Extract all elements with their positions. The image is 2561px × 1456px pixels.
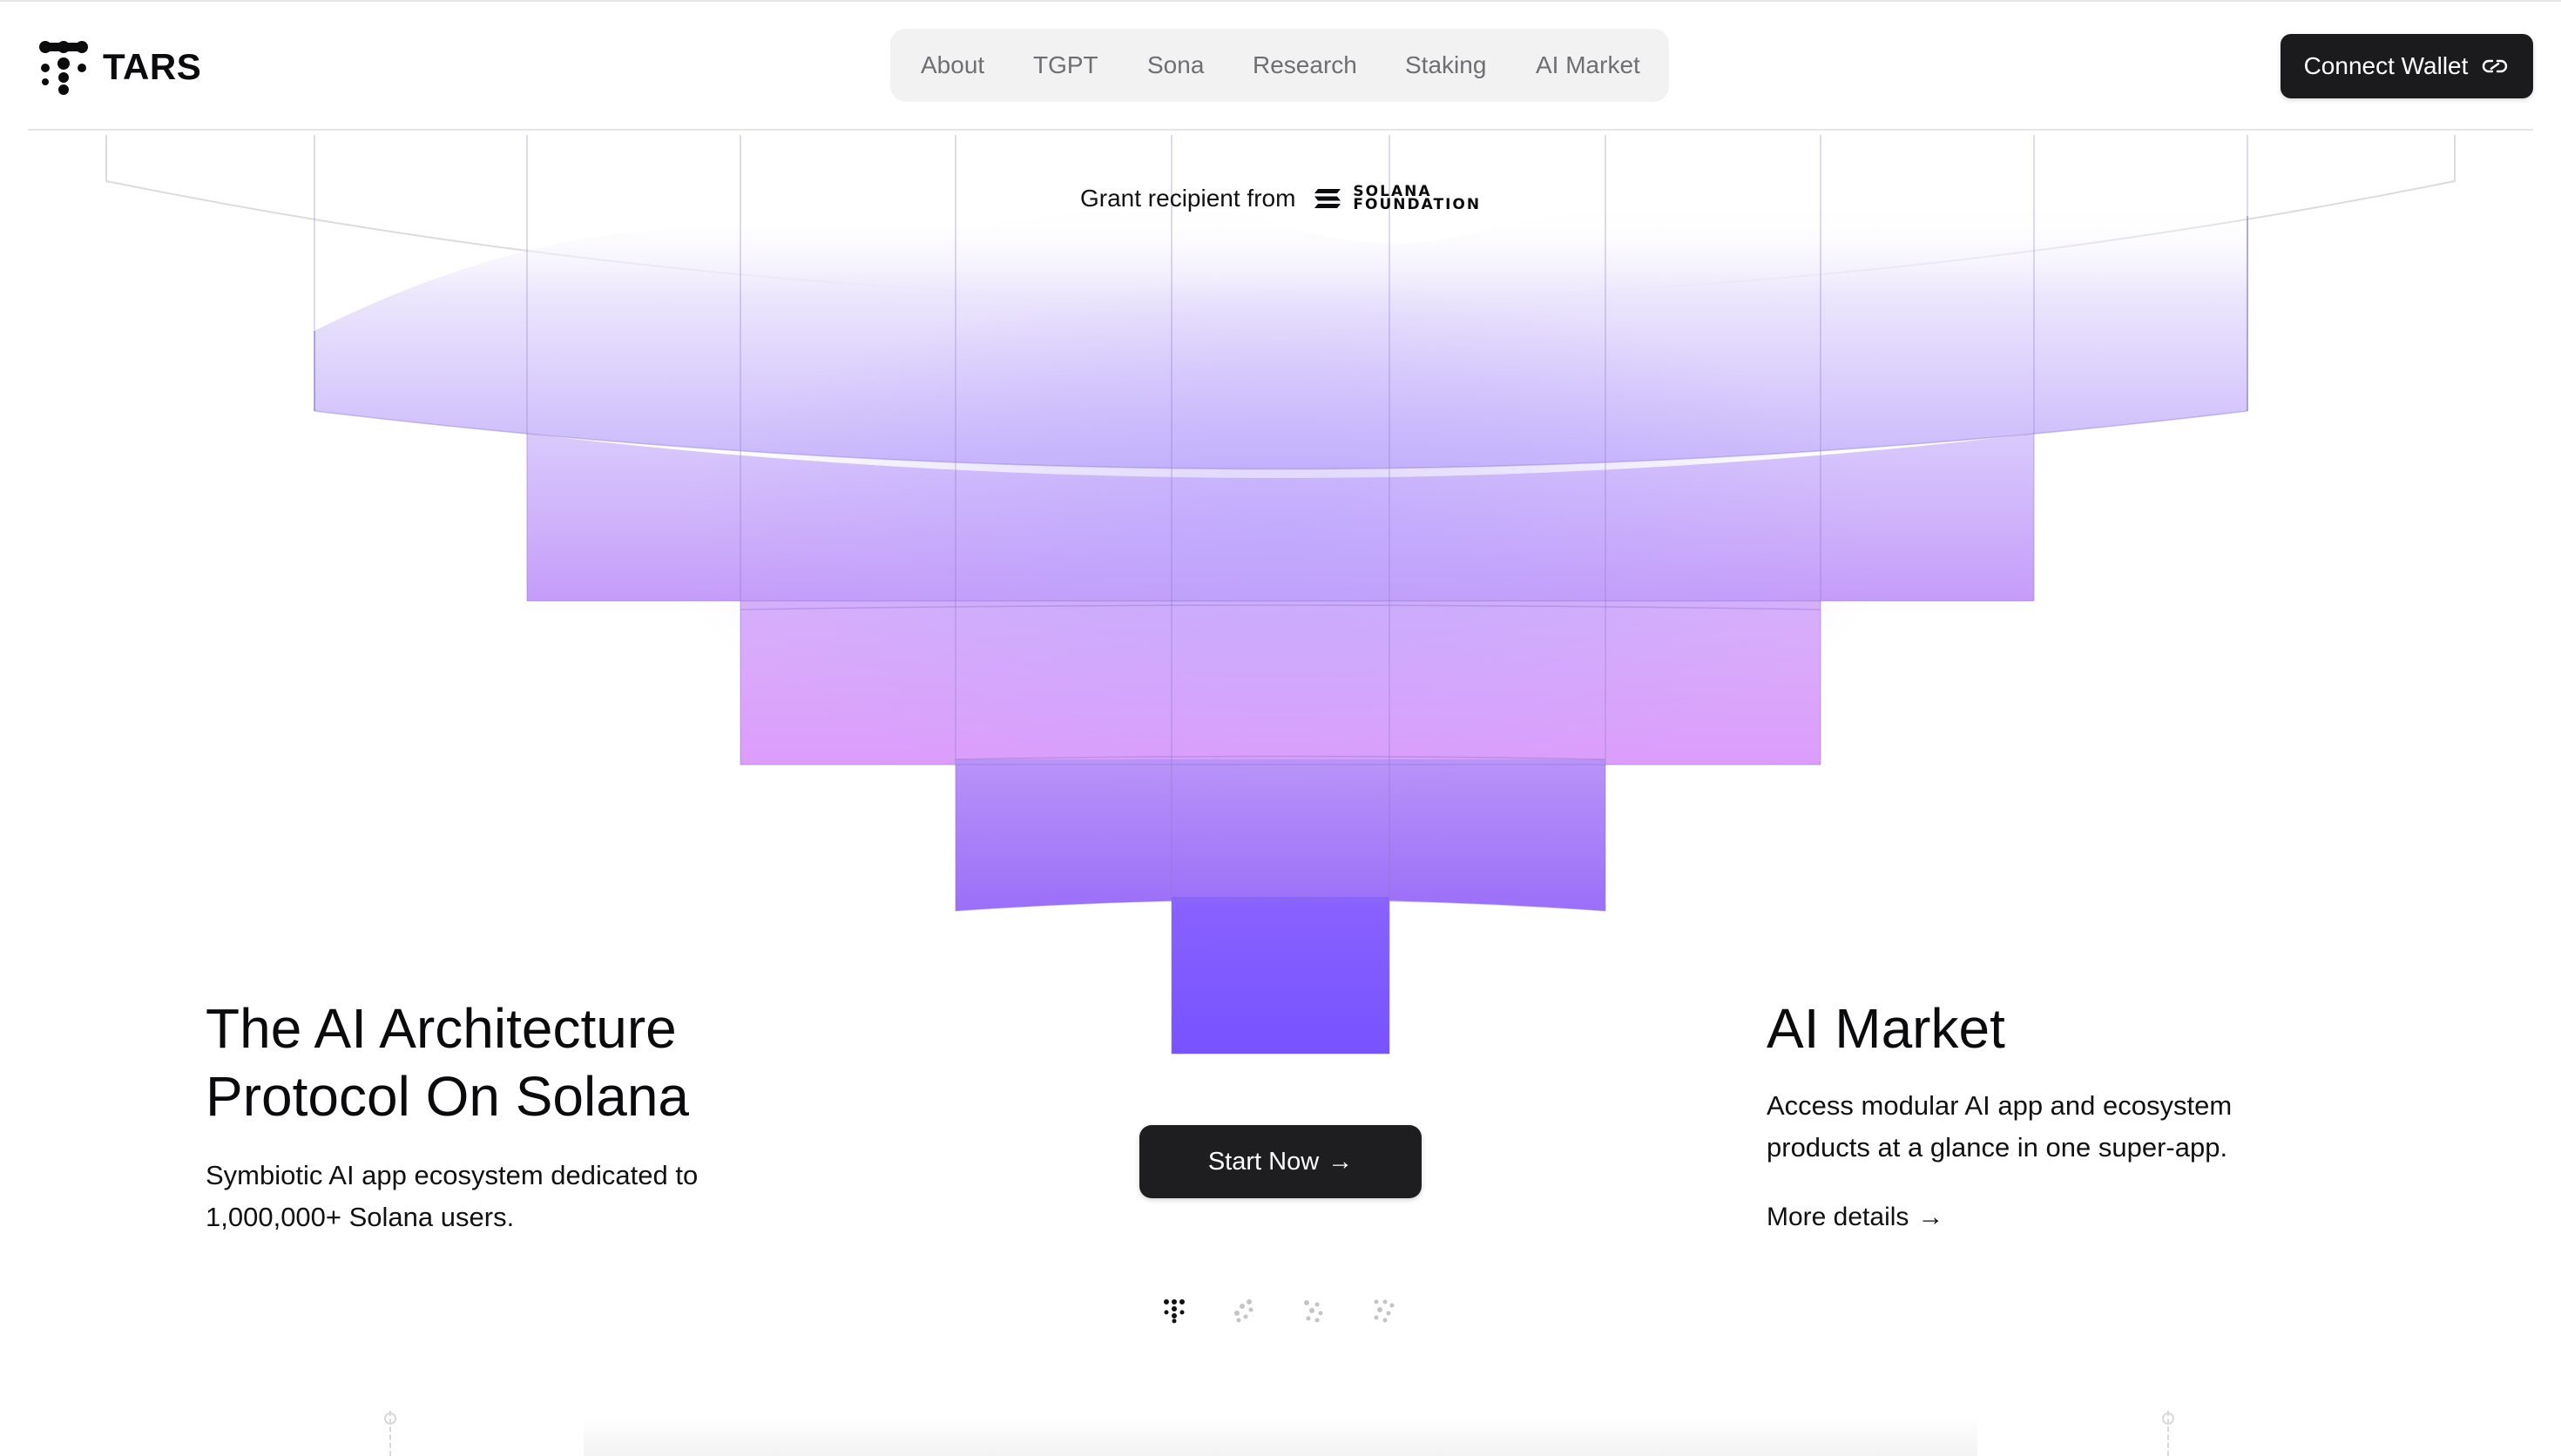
nav-item-sona[interactable]: Sona <box>1147 29 1204 102</box>
more-details-label: More details <box>1767 1203 1909 1231</box>
carousel-dot-2-icon[interactable] <box>1232 1298 1256 1324</box>
carousel-dot-4-icon[interactable] <box>1371 1298 1395 1324</box>
nav-item-ai-market[interactable]: AI Market <box>1536 29 1640 102</box>
nav-item-about[interactable]: About <box>921 29 984 102</box>
brand-logo[interactable]: TARS <box>37 38 201 96</box>
ai-market-description-line1: Access modular AI app and ecosystem <box>1767 1090 2233 1121</box>
decor-line-right <box>2167 1411 2169 1456</box>
brand-name: TARS <box>103 46 202 87</box>
top-border <box>0 0 2561 2</box>
arrow-right-icon: → <box>1917 1203 1944 1231</box>
start-now-button[interactable]: Start Now → <box>1139 1125 1422 1198</box>
ai-market-description: Access modular AI app and ecosystem prod… <box>1767 1085 2324 1169</box>
carousel-indicators <box>1162 1298 1395 1324</box>
nav-item-staking[interactable]: Staking <box>1405 29 1486 102</box>
next-section-preview <box>584 1416 1977 1456</box>
solana-foundation-logo[interactable]: SOLANA FOUNDATION <box>1313 185 1481 212</box>
nav-item-tgpt[interactable]: TGPT <box>1033 29 1098 102</box>
solana-foundation-wordmark: SOLANA FOUNDATION <box>1353 185 1481 212</box>
link-icon <box>2483 59 2508 73</box>
ai-market-title: AI Market <box>1767 997 2005 1060</box>
solana-wordmark-line2: FOUNDATION <box>1353 196 1482 213</box>
hero-title-line2: Protocol On Solana <box>206 1065 689 1128</box>
tars-logo-icon <box>39 41 88 95</box>
grant-banner: Grant recipient from SOLANA FOUNDATION <box>1080 179 1481 218</box>
start-now-label: Start Now <box>1207 1147 1320 1176</box>
main-nav: About TGPT Sona Research Staking AI Mark… <box>890 29 1669 102</box>
decor-line-left <box>389 1411 391 1456</box>
hero-title-line1: The AI Architecture <box>206 997 677 1060</box>
nav-item-research[interactable]: Research <box>1253 29 1357 102</box>
carousel-dot-1-icon[interactable] <box>1162 1298 1186 1324</box>
hero-description-line2: 1,000,000+ Solana users. <box>206 1202 515 1232</box>
carousel-dot-3-icon[interactable] <box>1301 1298 1326 1324</box>
hero-funnel-graphic <box>105 135 2456 1055</box>
hero-description-line1: Symbiotic AI app ecosystem dedicated to <box>206 1160 699 1190</box>
more-details-link[interactable]: More details → <box>1767 1198 1943 1237</box>
ai-market-description-line2: products at a glance in one super-app. <box>1767 1132 2228 1163</box>
connect-wallet-button[interactable]: Connect Wallet <box>2281 34 2533 98</box>
arrow-right-icon: → <box>1328 1147 1354 1176</box>
grant-text: Grant recipient from <box>1080 185 1296 212</box>
connect-wallet-label: Connect Wallet <box>2303 52 2469 79</box>
hero-title: The AI Architecture Protocol On Solana <box>206 994 833 1130</box>
solana-icon <box>1314 189 1341 208</box>
hero-description: Symbiotic AI app ecosystem dedicated to … <box>206 1155 798 1238</box>
